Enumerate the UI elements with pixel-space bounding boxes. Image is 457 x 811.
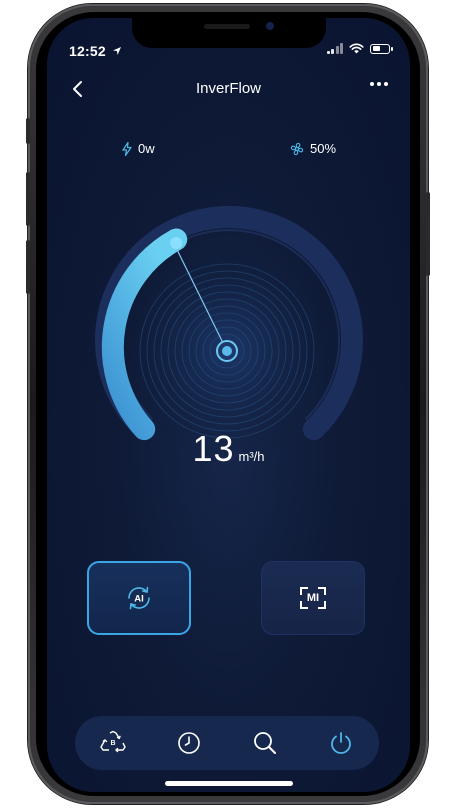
- ai-mode-label: AI: [134, 594, 144, 605]
- tab-recycle[interactable]: B: [97, 727, 129, 759]
- status-time-text: 12:52: [69, 43, 106, 59]
- battery-icon: [370, 43, 393, 54]
- fan-icon: [290, 142, 304, 155]
- flow-unit: m³/h: [238, 449, 265, 464]
- recycle-b-letter: B: [110, 740, 115, 747]
- recycle-b-icon: B: [100, 730, 126, 753]
- speaker-grille: [204, 24, 250, 29]
- battery-level: [372, 46, 380, 51]
- power-icon: [331, 732, 351, 754]
- gauge-center-dot: [222, 346, 232, 356]
- front-camera: [266, 22, 274, 30]
- app-screen: 12:52 InverFlow 0w 50% 13 m³/h AI MI B: [47, 18, 410, 792]
- mi-mode-button[interactable]: MI: [261, 561, 365, 635]
- location-arrow-icon: [112, 47, 121, 55]
- mi-mode-icon: MI: [300, 587, 326, 609]
- tab-schedule[interactable]: [173, 727, 205, 759]
- status-bar-icons: [326, 43, 393, 54]
- status-bar-time: 12:52: [69, 43, 122, 59]
- power-stat: 0w: [122, 141, 155, 156]
- speed-stat: 50%: [290, 141, 336, 156]
- notch: [132, 18, 326, 48]
- tab-power[interactable]: [325, 727, 357, 759]
- signal-icon: [326, 43, 343, 54]
- home-indicator[interactable]: [165, 781, 293, 786]
- volume-down-button: [26, 240, 30, 294]
- gauge-needle-tip: [170, 237, 183, 249]
- bottom-tab-bar: B: [75, 716, 379, 770]
- mute-switch: [26, 118, 30, 144]
- search-icon: [254, 732, 276, 754]
- more-dots-icon[interactable]: [370, 82, 388, 86]
- page-title: InverFlow: [195, 80, 262, 97]
- flow-gauge: [95, 206, 363, 453]
- power-side-button: [426, 192, 430, 276]
- ai-mode-button[interactable]: AI: [87, 561, 191, 635]
- speed-value: 50%: [310, 141, 337, 156]
- lightning-icon: [122, 141, 132, 156]
- tab-search[interactable]: [249, 727, 281, 759]
- clock-icon: [178, 732, 200, 754]
- flow-readout: 13 m³/h: [47, 428, 410, 470]
- wifi-icon: [349, 43, 364, 54]
- flow-value: 13: [192, 428, 235, 469]
- power-value: 0w: [138, 141, 155, 156]
- volume-up-button: [26, 172, 30, 226]
- ai-mode-icon: AI: [128, 586, 150, 610]
